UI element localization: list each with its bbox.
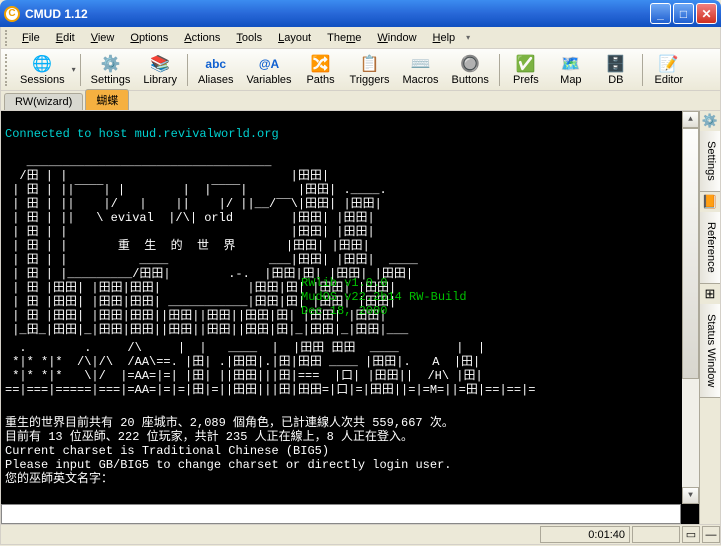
books-icon: 📚 — [150, 54, 170, 74]
status-btn-1[interactable]: ▭ — [682, 526, 700, 543]
ascii-bottom: . . /\ | | ____ | |田田 田田 ____ | | *|* *|… — [5, 341, 535, 397]
path-icon: 🔀 — [311, 54, 331, 74]
sessions-button[interactable]: 🌐Sessions — [14, 51, 71, 89]
macro-icon: ⌨️ — [411, 54, 431, 74]
check-icon: ✅ — [516, 54, 536, 74]
info-line4: Please input GB/BIG5 to change charset o… — [5, 458, 451, 472]
db-button[interactable]: 🗄️DB — [594, 51, 638, 89]
scroll-up-icon[interactable]: ▲ — [682, 111, 699, 128]
prefs-button[interactable]: ✅Prefs — [504, 51, 548, 89]
grip-handle[interactable] — [5, 54, 9, 86]
terminal-output: Connected to host mud.revivalworld.org _… — [1, 111, 699, 524]
settings-button[interactable]: ⚙️Settings — [85, 51, 137, 89]
scroll-down-icon[interactable]: ▼ — [682, 487, 699, 504]
db-icon: 🗄️ — [606, 54, 626, 74]
side-tab-settings[interactable]: Settings — [700, 131, 720, 192]
trigger-icon: 📋 — [360, 54, 380, 74]
prompt-line: 您的巫師英文名字： — [5, 472, 113, 486]
aliases-button[interactable]: abcAliases — [192, 51, 239, 89]
editor-icon: 📝 — [659, 54, 679, 74]
info-line2: 目前有 13 位巫師、222 位玩家，共計 235 人正在線上，8 人正在登入。 — [5, 430, 413, 444]
side-panel: ⚙️ Settings 📙 Reference ⊞ Status Window — [699, 111, 720, 524]
variables-button[interactable]: @AVariables — [241, 51, 298, 89]
menu-options[interactable]: Options — [123, 30, 175, 46]
command-input[interactable] — [1, 504, 681, 524]
info-line1: 重生的世界目前共有 20 座城市、2,089 個角色，已計連線人次共 559,6… — [5, 416, 454, 430]
tab-rw-wizard[interactable]: RW(wizard) — [4, 93, 83, 110]
window-title: CMUD 1.12 — [25, 7, 650, 21]
status-btn-2[interactable]: — — [702, 526, 720, 543]
abc-icon: abc — [206, 54, 226, 74]
app-icon: C — [4, 6, 20, 22]
globe-icon: 🌐 — [32, 54, 52, 74]
menu-tools[interactable]: Tools — [229, 30, 269, 46]
info-line3: Current charset is Traditional Chinese (… — [5, 444, 329, 458]
menu-edit[interactable]: Edit — [49, 30, 82, 46]
minimize-button[interactable]: _ — [650, 3, 671, 24]
gear-icon: ⚙️ — [101, 54, 121, 74]
version-line2: MudOS v22.2b14 RW-Build — [301, 290, 467, 304]
connect-line: Connected to host mud.revivalworld.org — [5, 127, 279, 141]
terminal-scrollbar[interactable]: ▲ ▼ — [682, 111, 699, 504]
menu-view[interactable]: View — [84, 30, 122, 46]
status-tab-icon: ⊞ — [700, 284, 720, 304]
button-icon: 🔘 — [460, 54, 480, 74]
side-tab-reference[interactable]: Reference — [700, 212, 720, 284]
menu-file[interactable]: File — [15, 30, 47, 46]
at-icon: @A — [259, 54, 279, 74]
scroll-thumb[interactable] — [682, 128, 699, 379]
menu-overflow-icon[interactable]: ▾ — [466, 33, 470, 42]
status-bar: 0:01:40 ▭ — — [0, 525, 721, 545]
dropdown-icon[interactable]: ▾ — [72, 65, 76, 74]
buttons-button[interactable]: 🔘Buttons — [446, 51, 495, 89]
maximize-button[interactable]: □ — [673, 3, 694, 24]
side-tab-status[interactable]: Status Window — [700, 304, 720, 398]
macros-button[interactable]: ⌨️Macros — [396, 51, 444, 89]
session-tabs: RW(wizard) 蝴蝶 — [0, 91, 721, 111]
triggers-button[interactable]: 📋Triggers — [344, 51, 396, 89]
menu-help[interactable]: Help — [426, 30, 463, 46]
settings-tab-icon: ⚙️ — [700, 111, 720, 131]
library-button[interactable]: 📚Library — [137, 51, 183, 89]
square-icon: ▭ — [686, 528, 696, 541]
reference-tab-icon: 📙 — [700, 192, 720, 212]
menu-bar: File Edit View Options Actions Tools Lay… — [0, 27, 721, 49]
map-button[interactable]: 🗺️Map — [549, 51, 593, 89]
title-bar: C CMUD 1.12 _ □ ✕ — [0, 0, 721, 27]
minus-icon: — — [706, 529, 717, 541]
toolbar: 🌐Sessions ▾ ⚙️Settings 📚Library abcAlias… — [0, 49, 721, 91]
grip-handle[interactable] — [5, 30, 9, 46]
editor-button[interactable]: 📝Editor — [647, 51, 691, 89]
status-progress — [632, 526, 680, 543]
status-time: 0:01:40 — [540, 526, 630, 543]
map-icon: 🗺️ — [561, 54, 581, 74]
version-line3: Dec 18, 2000 — [301, 304, 387, 318]
version-line1: RWlib v1.0.0 — [301, 276, 387, 290]
menu-theme[interactable]: Theme — [320, 30, 368, 46]
tab-active[interactable]: 蝴蝶 — [85, 89, 129, 110]
menu-layout[interactable]: Layout — [271, 30, 318, 46]
menu-actions[interactable]: Actions — [177, 30, 227, 46]
close-button[interactable]: ✕ — [696, 3, 717, 24]
paths-button[interactable]: 🔀Paths — [299, 51, 343, 89]
menu-window[interactable]: Window — [370, 30, 423, 46]
